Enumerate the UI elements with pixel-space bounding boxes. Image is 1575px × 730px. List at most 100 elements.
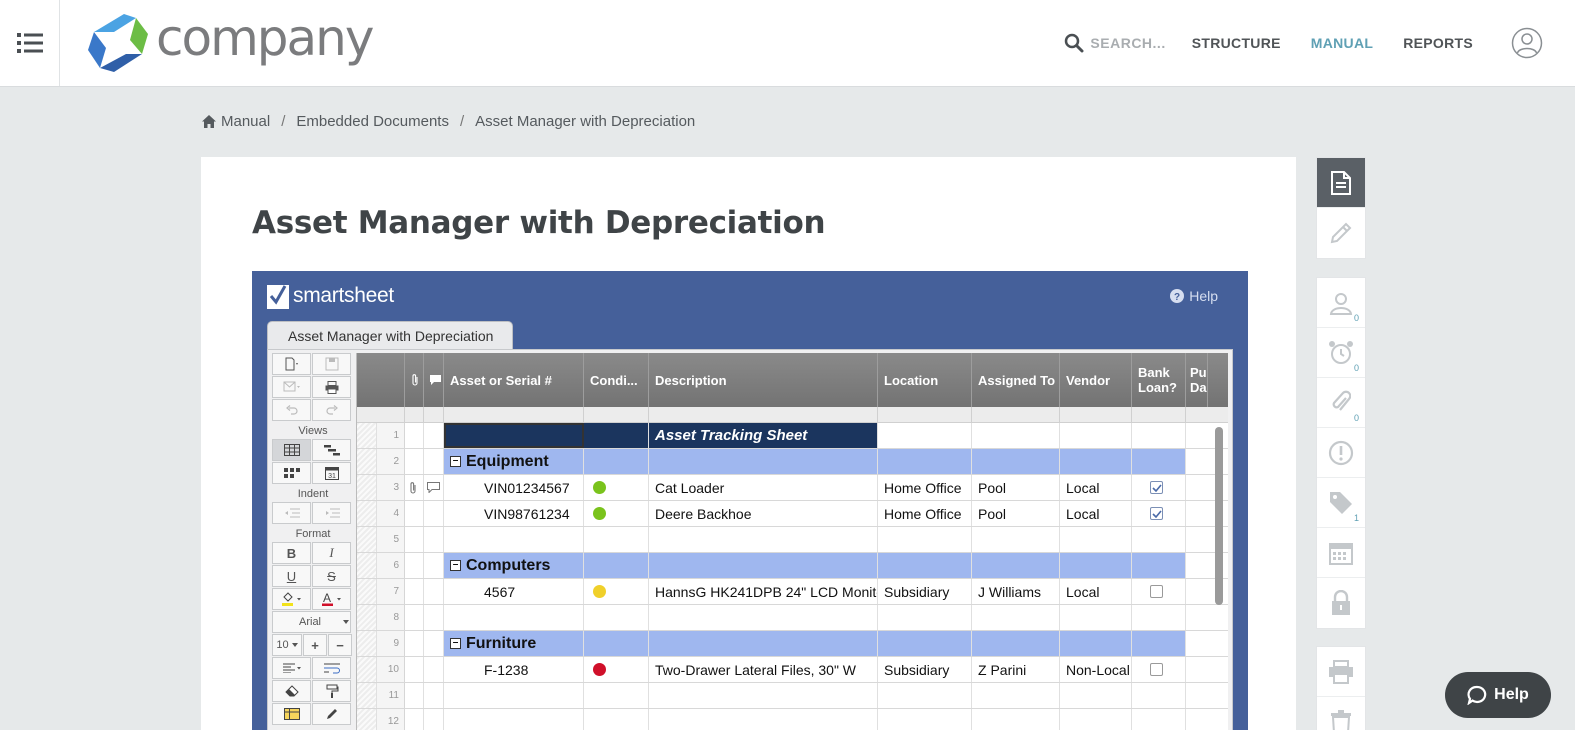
table-row[interactable]: 7 4567 HannsG HK241DPB 24" LCD Monito Su… — [357, 579, 1228, 605]
description-cell[interactable]: Cat Loader — [649, 475, 878, 500]
calendar-view-button[interactable]: 31 — [312, 462, 351, 484]
row-drag-handle[interactable] — [357, 501, 377, 526]
table-row[interactable]: 2 – Equipment — [357, 449, 1228, 475]
strikethrough-button[interactable]: S — [312, 565, 351, 587]
nav-reports[interactable]: REPORTS — [1403, 35, 1473, 51]
assigned-cell[interactable] — [972, 527, 1060, 552]
condition-cell[interactable] — [584, 475, 649, 500]
location-cell[interactable]: Home Office — [878, 475, 972, 500]
grid-view-button[interactable] — [272, 439, 311, 461]
tags-button[interactable]: 1 — [1317, 478, 1365, 528]
assigned-cell[interactable]: Pool — [972, 475, 1060, 500]
user-profile-icon[interactable] — [1511, 27, 1543, 59]
vendor-cell[interactable]: Local — [1060, 501, 1132, 526]
assigned-cell[interactable] — [972, 449, 1060, 474]
outdent-button[interactable] — [272, 502, 311, 524]
asset-cell[interactable]: – Computers — [444, 553, 584, 578]
print-button[interactable] — [312, 376, 351, 398]
contacts-button[interactable]: 0 — [1317, 278, 1365, 328]
condition-column-header[interactable]: Condi... — [584, 353, 649, 407]
condition-cell[interactable] — [584, 501, 649, 526]
condition-cell[interactable] — [584, 579, 649, 604]
row-drag-handle[interactable] — [357, 527, 377, 552]
asset-cell[interactable]: VIN98761234 — [444, 501, 584, 526]
vendor-column-header[interactable]: Vendor — [1060, 353, 1132, 407]
asset-cell[interactable]: – Furniture — [444, 631, 584, 656]
assigned-cell[interactable]: Z Parini — [972, 657, 1060, 682]
menu-toggle-button[interactable] — [0, 0, 60, 86]
home-icon[interactable] — [201, 114, 217, 129]
breadcrumb-manual[interactable]: Manual — [221, 113, 270, 130]
row-drag-handle[interactable] — [357, 579, 377, 604]
edit-document-button[interactable] — [1317, 208, 1365, 258]
bank-loan-column-header[interactable]: Bank Loan? — [1132, 353, 1186, 407]
comment-cell[interactable] — [424, 475, 444, 500]
nav-manual[interactable]: MANUAL — [1311, 35, 1373, 51]
delete-document-button[interactable] — [1317, 697, 1365, 730]
asset-cell[interactable]: – Equipment — [444, 449, 584, 474]
asset-cell[interactable] — [444, 527, 584, 552]
row-drag-handle[interactable] — [357, 423, 377, 448]
condition-cell[interactable] — [584, 423, 649, 448]
italic-button[interactable]: I — [312, 542, 351, 564]
row-drag-handle[interactable] — [357, 475, 377, 500]
collapse-toggle[interactable]: – — [450, 456, 461, 467]
condition-cell[interactable] — [584, 527, 649, 552]
row-drag-handle[interactable] — [357, 449, 377, 474]
new-sheet-button[interactable] — [272, 353, 311, 375]
search-button[interactable]: SEARCH... — [1064, 33, 1165, 53]
row-drag-handle[interactable] — [357, 683, 377, 708]
location-column-header[interactable]: Location — [878, 353, 972, 407]
location-cell[interactable]: Subsidiary — [878, 657, 972, 682]
card-view-button[interactable] — [272, 462, 311, 484]
assigned-cell[interactable] — [972, 423, 1060, 448]
table-row[interactable]: 3 VIN01234567 Cat Loader Home Office Poo… — [357, 475, 1228, 501]
table-row[interactable]: 6 – Computers — [357, 553, 1228, 579]
undo-button[interactable] — [272, 399, 311, 421]
description-cell[interactable]: Asset Tracking Sheet — [649, 423, 878, 448]
vendor-cell[interactable]: Local — [1060, 475, 1132, 500]
attachment-cell[interactable] — [405, 423, 424, 448]
row-drag-handle[interactable] — [357, 631, 377, 656]
collapse-toggle[interactable]: – — [450, 638, 461, 649]
bank-loan-checkbox[interactable] — [1150, 663, 1163, 676]
bold-button[interactable]: B — [272, 542, 311, 564]
clear-format-button[interactable] — [272, 680, 311, 702]
table-row[interactable]: 8 — [357, 605, 1228, 631]
description-cell[interactable]: Deere Backhoe — [649, 501, 878, 526]
bank-loan-cell[interactable] — [1132, 449, 1186, 474]
reminders-button[interactable]: 0 — [1317, 328, 1365, 378]
redo-button[interactable] — [312, 399, 351, 421]
font-family-select[interactable]: Arial — [272, 611, 351, 633]
lock-button[interactable] — [1317, 578, 1365, 628]
conditional-format-button[interactable] — [272, 703, 311, 725]
vendor-cell[interactable] — [1060, 527, 1132, 552]
table-row[interactable]: 11 — [357, 683, 1228, 709]
format-painter-button[interactable] — [312, 680, 351, 702]
description-cell[interactable] — [649, 449, 878, 474]
location-cell[interactable] — [878, 449, 972, 474]
bank-loan-checkbox[interactable] — [1150, 481, 1163, 494]
decrease-font-button[interactable]: − — [328, 634, 352, 656]
highlight-changes-button[interactable] — [312, 703, 351, 725]
asset-column-header[interactable]: Asset or Serial # — [444, 353, 584, 407]
table-row[interactable]: 10 F-1238 Two-Drawer Lateral Files, 30" … — [357, 657, 1228, 683]
row-drag-handle[interactable] — [357, 709, 377, 730]
attachment-cell[interactable] — [405, 475, 424, 500]
description-cell[interactable]: HannsG HK241DPB 24" LCD Monito — [649, 579, 878, 604]
location-cell[interactable] — [878, 527, 972, 552]
bank-loan-checkbox[interactable] — [1150, 585, 1163, 598]
nav-structure[interactable]: STRUCTURE — [1192, 35, 1281, 51]
table-row[interactable]: 5 — [357, 527, 1228, 553]
view-document-button[interactable] — [1317, 158, 1365, 208]
vendor-cell[interactable] — [1060, 423, 1132, 448]
smartsheet-help-link[interactable]: ? Help — [1170, 288, 1218, 304]
row-drag-handle[interactable] — [357, 553, 377, 578]
indent-button[interactable] — [312, 502, 351, 524]
align-button[interactable] — [272, 657, 311, 679]
asset-cell[interactable]: 4567 — [444, 579, 584, 604]
location-cell[interactable] — [878, 423, 972, 448]
bank-loan-cell[interactable] — [1132, 475, 1186, 500]
assigned-cell[interactable]: J Williams — [972, 579, 1060, 604]
description-column-header[interactable]: Description — [649, 353, 878, 407]
